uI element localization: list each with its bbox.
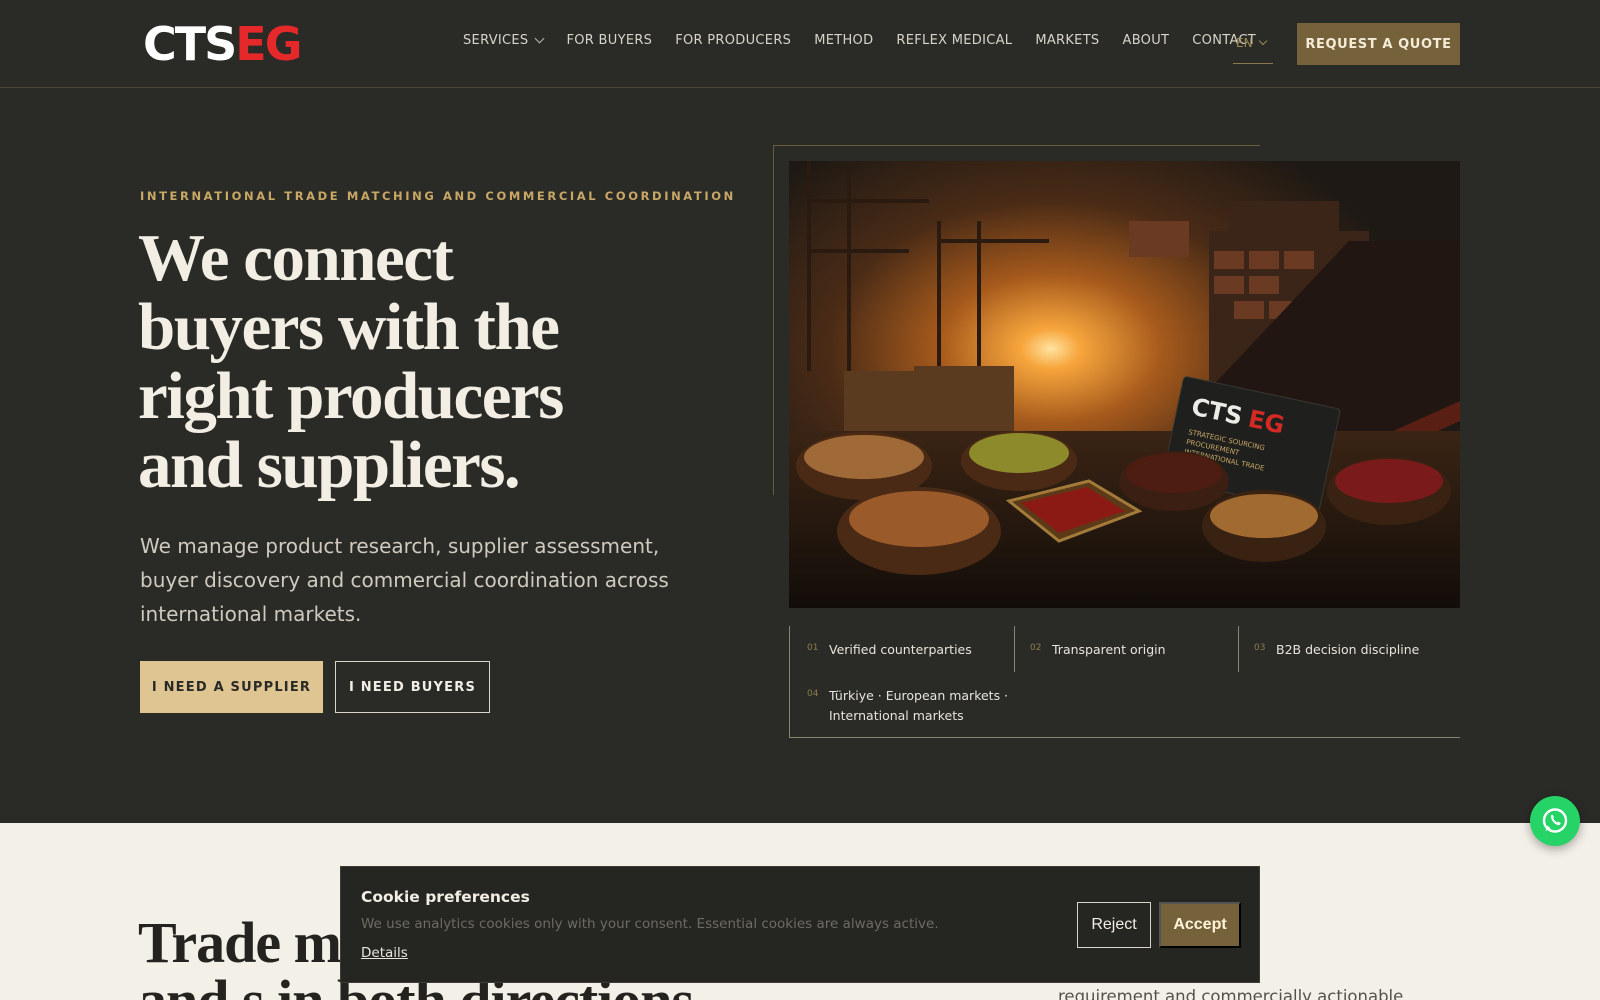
logo-text-eg: EG (235, 17, 302, 71)
feature-item: 02 Transparent origin (1030, 640, 1166, 660)
feature-label: B2B decision discipline (1276, 642, 1420, 657)
cookie-reject-button[interactable]: Reject (1077, 902, 1151, 948)
cookie-title: Cookie preferences (361, 888, 530, 906)
feature-label: Türkiye · European markets · (829, 688, 1009, 703)
nav-item-markets[interactable]: MARKETS (1035, 33, 1099, 48)
hero-headline: We connect buyers with the right produce… (138, 224, 738, 500)
features-list: 01 Verified counterparties 02 Transparen… (789, 626, 1460, 738)
hero-lead-text: We manage product research, supplier ass… (140, 534, 669, 626)
chevron-down-icon (1258, 36, 1267, 46)
nav-item-label: SERVICES (463, 33, 529, 48)
feature-item: 01 Verified counterparties (807, 640, 972, 660)
cookie-description: We use analytics cookies only with your … (361, 916, 939, 932)
feature-divider (1238, 626, 1239, 672)
feature-item: 03 B2B decision discipline (1254, 640, 1419, 660)
whatsapp-button[interactable] (1530, 796, 1580, 846)
decorative-frame-line (773, 145, 774, 495)
main-nav: SERVICES FOR BUYERS FOR PRODUCERS METHOD… (463, 33, 1279, 48)
need-buyers-button[interactable]: I NEED BUYERS (335, 661, 490, 713)
cookie-banner: Cookie preferences We use analytics cook… (340, 866, 1260, 983)
feature-divider (1014, 626, 1015, 672)
nav-item-services[interactable]: SERVICES (463, 33, 545, 48)
whatsapp-icon (1542, 808, 1568, 833)
nav-item-for-producers[interactable]: FOR PRODUCERS (675, 33, 791, 48)
nav-item-for-buyers[interactable]: FOR BUYERS (566, 33, 652, 48)
feature-number: 02 (1030, 643, 1042, 653)
feature-number: 03 (1254, 643, 1266, 653)
hero-headline-line: buyers with the (138, 290, 560, 364)
language-selector[interactable]: EN (1233, 30, 1273, 64)
hero-headline-line: We connect (138, 221, 454, 295)
feature-number: 04 (807, 689, 819, 699)
need-supplier-button[interactable]: I NEED A SUPPLIER (140, 661, 323, 713)
feature-label: International markets (829, 708, 964, 723)
feature-number: 01 (807, 643, 819, 653)
nav-item-about[interactable]: ABOUT (1123, 33, 1170, 48)
feature-label: Transparent origin (1052, 642, 1166, 657)
nav-item-method[interactable]: METHOD (814, 33, 873, 48)
chevron-down-icon (535, 33, 545, 44)
site-header: CTS EG SERVICES FOR BUYERS FOR PRODUCERS … (0, 0, 1600, 88)
feature-item: 04 Türkiye · European markets · Internat… (807, 686, 1008, 726)
hero-eyebrow: INTERNATIONAL TRADE MATCHING AND COMMERC… (140, 189, 736, 203)
decorative-frame-line (773, 145, 1260, 146)
cookie-accept-button[interactable]: Accept (1159, 902, 1241, 948)
feature-label: Verified counterparties (829, 642, 972, 657)
nav-item-reflex-medical[interactable]: REFLEX MEDICAL (896, 33, 1012, 48)
site-logo[interactable]: CTS EG (143, 17, 302, 71)
request-quote-button[interactable]: REQUEST A QUOTE (1297, 23, 1460, 65)
cookie-details-link[interactable]: Details (361, 945, 408, 961)
hero-image: CTS EG STRATEGIC SOURCING PROCUREMENT IN… (789, 161, 1460, 608)
logo-text-cts: CTS (143, 17, 237, 71)
hero-headline-line: right producers (138, 359, 564, 433)
hero-headline-line: and suppliers. (138, 428, 521, 502)
section-text-line: requirement and commercially actionable (1058, 987, 1404, 1000)
language-label: EN (1236, 36, 1253, 50)
